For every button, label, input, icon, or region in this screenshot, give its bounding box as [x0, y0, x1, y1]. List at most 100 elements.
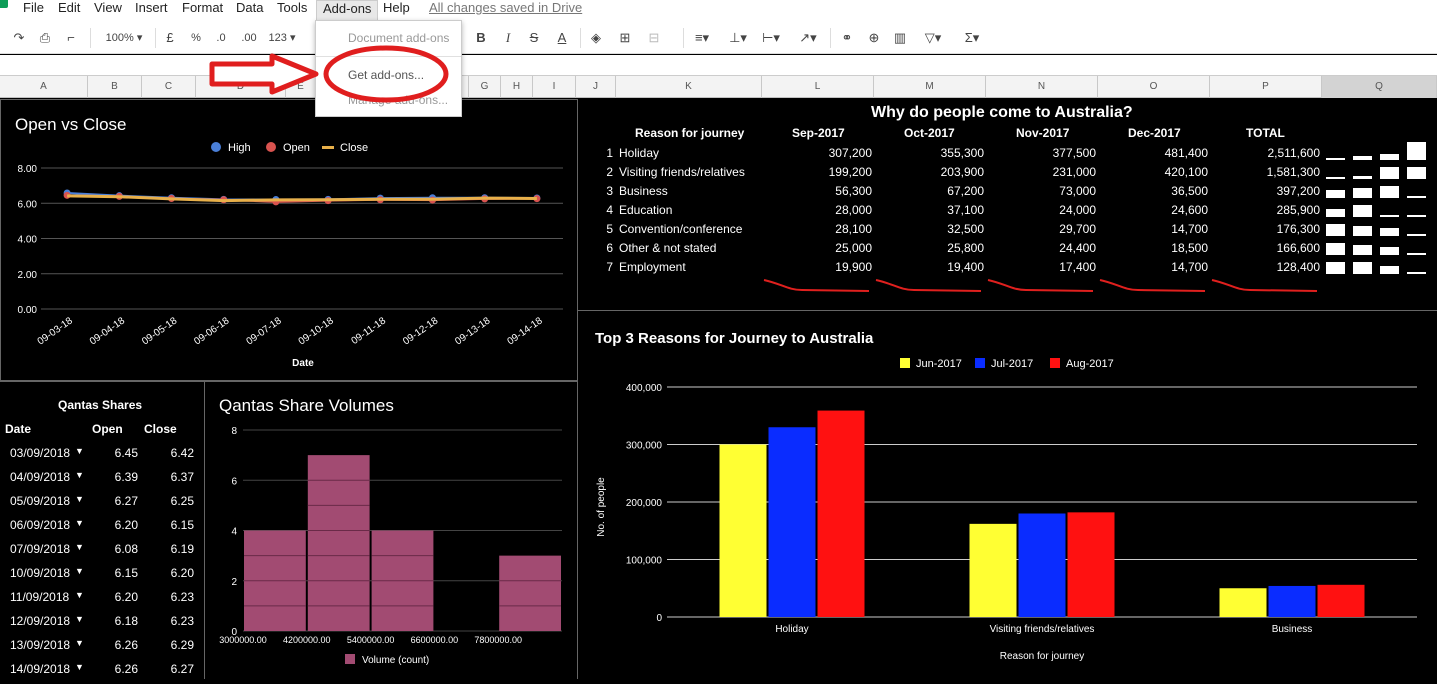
- column-header[interactable]: A: [0, 76, 88, 98]
- strikethrough-icon[interactable]: S: [526, 30, 542, 46]
- open-cell[interactable]: 6.26: [100, 638, 138, 652]
- date-cell[interactable]: 11/09/2018: [10, 590, 69, 604]
- column-header[interactable]: I: [533, 76, 576, 98]
- share-volumes-chart-panel[interactable]: Qantas Share Volumes 86420 3000000.00 420…: [205, 382, 577, 679]
- column-header[interactable]: C: [142, 76, 196, 98]
- column-header[interactable]: Q: [1322, 76, 1437, 98]
- menu-file[interactable]: File: [23, 0, 44, 20]
- date-cell[interactable]: 05/09/2018: [10, 494, 70, 508]
- functions-icon[interactable]: Σ▾: [957, 30, 987, 46]
- sheets-logo-icon[interactable]: [0, 0, 8, 8]
- open-cell[interactable]: 6.27: [100, 494, 138, 508]
- bar[interactable]: [1067, 512, 1115, 617]
- menu-format[interactable]: Format: [182, 0, 223, 20]
- text-wrap-icon[interactable]: ⊢▾: [760, 30, 782, 46]
- open-cell[interactable]: 6.20: [100, 518, 138, 532]
- borders-icon[interactable]: ⊞: [617, 30, 633, 46]
- save-status-link[interactable]: All changes saved in Drive: [429, 0, 582, 20]
- decrease-decimal-button[interactable]: .0: [212, 30, 230, 46]
- bar[interactable]: [1317, 584, 1365, 617]
- open-cell[interactable]: 6.45: [100, 446, 138, 460]
- insert-comment-icon[interactable]: ⊕: [866, 30, 882, 46]
- fill-color-icon[interactable]: ◈: [588, 30, 604, 46]
- column-header[interactable]: B: [88, 76, 142, 98]
- date-cell[interactable]: 12/09/2018: [10, 614, 70, 628]
- horizontal-align-icon[interactable]: ≡▾: [691, 30, 713, 46]
- date-cell[interactable]: 13/09/2018: [10, 638, 70, 652]
- print-icon[interactable]: ⎙: [36, 30, 54, 46]
- bar[interactable]: [969, 523, 1017, 617]
- text-color-icon[interactable]: A: [553, 30, 571, 46]
- histogram-bar[interactable]: [307, 455, 370, 631]
- menu-insert[interactable]: Insert: [135, 0, 168, 20]
- close-cell[interactable]: 6.23: [152, 590, 194, 604]
- menu-data[interactable]: Data: [236, 0, 263, 20]
- date-cell[interactable]: 10/09/2018: [10, 566, 70, 580]
- date-cell[interactable]: 07/09/2018: [10, 542, 70, 556]
- zoom-select[interactable]: 100% ▾: [100, 30, 148, 46]
- menu-tools[interactable]: Tools: [277, 0, 307, 20]
- caret-down-icon[interactable]: ▼: [75, 614, 84, 624]
- percent-button[interactable]: %: [188, 30, 204, 46]
- close-cell[interactable]: 6.42: [152, 446, 194, 460]
- bar[interactable]: [1268, 585, 1316, 617]
- date-cell[interactable]: 04/09/2018: [10, 470, 70, 484]
- column-header[interactable]: O: [1098, 76, 1210, 98]
- caret-down-icon[interactable]: ▼: [75, 662, 84, 672]
- close-cell[interactable]: 6.29: [152, 638, 194, 652]
- open-cell[interactable]: 6.20: [100, 590, 138, 604]
- bar[interactable]: [719, 444, 767, 618]
- open-cell[interactable]: 6.26: [100, 662, 138, 676]
- column-header[interactable]: G: [469, 76, 501, 98]
- top3-reasons-chart-panel[interactable]: Top 3 Reasons for Journey to Australia J…: [578, 311, 1437, 679]
- paint-format-icon[interactable]: ⌐: [62, 30, 80, 46]
- caret-down-icon[interactable]: ▼: [75, 638, 84, 648]
- vertical-align-icon[interactable]: ⊥▾: [727, 30, 749, 46]
- column-header[interactable]: D: [196, 76, 286, 98]
- caret-down-icon[interactable]: ▼: [75, 566, 84, 576]
- date-cell[interactable]: 06/09/2018: [10, 518, 70, 532]
- caret-down-icon[interactable]: ▼: [75, 590, 84, 600]
- column-header[interactable]: P: [1210, 76, 1322, 98]
- menu-edit[interactable]: Edit: [58, 0, 80, 20]
- column-header[interactable]: H: [501, 76, 533, 98]
- column-header[interactable]: E: [286, 76, 316, 98]
- caret-down-icon[interactable]: ▼: [75, 470, 84, 480]
- column-header[interactable]: L: [762, 76, 874, 98]
- close-cell[interactable]: 6.15: [152, 518, 194, 532]
- open-cell[interactable]: 6.39: [100, 470, 138, 484]
- bar[interactable]: [768, 427, 816, 617]
- formula-bar[interactable]: [0, 55, 1437, 76]
- bar[interactable]: [1219, 588, 1267, 617]
- open-cell[interactable]: 6.18: [100, 614, 138, 628]
- close-cell[interactable]: 6.25: [152, 494, 194, 508]
- date-cell[interactable]: 14/09/2018: [10, 662, 70, 676]
- bar[interactable]: [1018, 513, 1066, 618]
- menu-add-ons[interactable]: Add-ons: [316, 0, 379, 20]
- menu-item-get-add-ons[interactable]: Get add-ons...: [348, 68, 424, 82]
- bold-icon[interactable]: B: [473, 30, 489, 46]
- text-rotation-icon[interactable]: ↗▾: [795, 30, 821, 46]
- menu-help[interactable]: Help: [383, 0, 410, 20]
- open-cell[interactable]: 6.15: [100, 566, 138, 580]
- column-header[interactable]: M: [874, 76, 986, 98]
- insert-chart-icon[interactable]: ▥: [892, 30, 908, 46]
- menu-item-document-add-ons[interactable]: Document add-ons: [348, 31, 449, 45]
- caret-down-icon[interactable]: ▼: [75, 542, 84, 552]
- close-cell[interactable]: 6.27: [152, 662, 194, 676]
- column-header[interactable]: J: [576, 76, 616, 98]
- open-vs-close-chart-panel[interactable]: Open vs Close High Open Close 8.00 6.00 4.00…: [0, 99, 578, 381]
- column-header[interactable]: K: [616, 76, 762, 98]
- merge-cells-icon[interactable]: ⊟: [645, 30, 663, 46]
- menu-item-manage-add-ons[interactable]: Manage add-ons...: [348, 93, 448, 107]
- column-header[interactable]: N: [986, 76, 1098, 98]
- currency-button[interactable]: £: [162, 30, 178, 46]
- caret-down-icon[interactable]: ▼: [75, 446, 84, 456]
- filter-icon[interactable]: ▽▾: [918, 30, 948, 46]
- close-cell[interactable]: 6.19: [152, 542, 194, 556]
- close-cell[interactable]: 6.23: [152, 614, 194, 628]
- italic-icon[interactable]: I: [500, 30, 516, 46]
- open-cell[interactable]: 6.08: [100, 542, 138, 556]
- menu-view[interactable]: View: [94, 0, 122, 20]
- insert-link-icon[interactable]: ⚭: [838, 30, 856, 46]
